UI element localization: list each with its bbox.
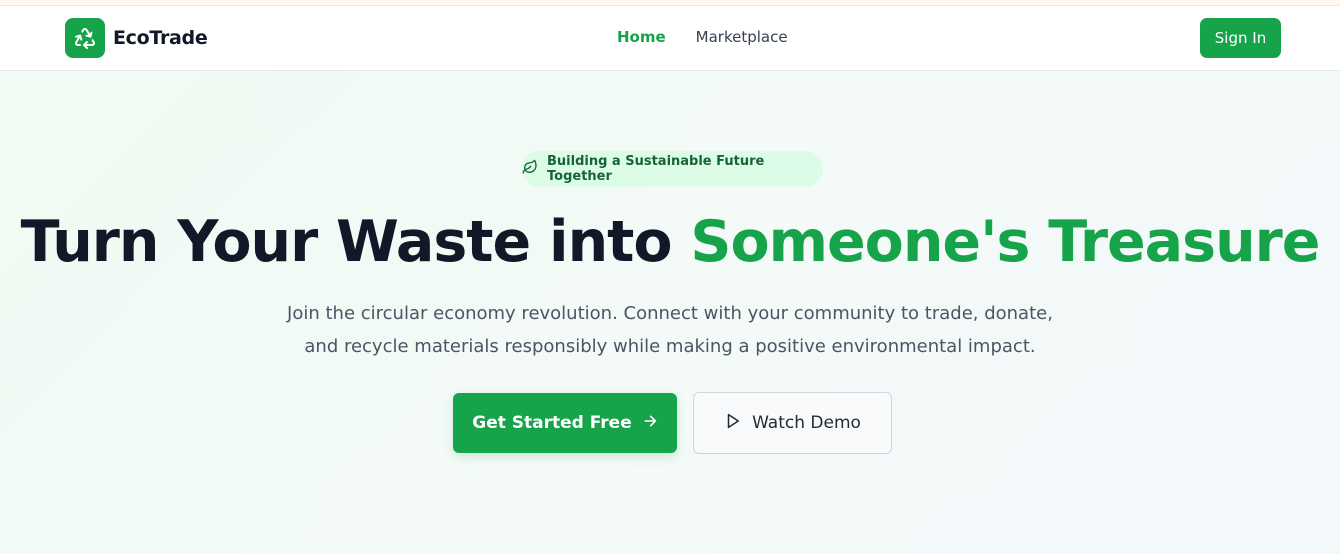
- tagline-badge: Building a Sustainable Future Together: [522, 151, 823, 187]
- arrow-right-icon: [642, 413, 658, 434]
- hero-section: Building a Sustainable Future Together T…: [0, 71, 1340, 554]
- brand[interactable]: EcoTrade: [65, 18, 208, 58]
- sign-in-button[interactable]: Sign In: [1200, 18, 1281, 58]
- headline-part1: Turn Your Waste into: [20, 209, 691, 275]
- recycle-icon: [65, 18, 105, 58]
- headline-accent: Someone's Treasure: [690, 209, 1320, 275]
- hero-subtitle: Join the circular economy revolution. Co…: [270, 297, 1070, 363]
- nav-link-home[interactable]: Home: [617, 28, 666, 46]
- play-icon: [724, 412, 742, 435]
- hero-headline: Turn Your Waste into Someone's Treasure: [0, 209, 1340, 275]
- subtitle-line2: and recycle materials responsibly while …: [304, 336, 1036, 357]
- badge-text: Building a Sustainable Future Together: [547, 154, 765, 184]
- watch-demo-label: Watch Demo: [752, 413, 861, 433]
- nav-link-marketplace[interactable]: Marketplace: [696, 28, 788, 46]
- brand-name: EcoTrade: [113, 27, 208, 49]
- navbar: EcoTrade Home Marketplace Sign In: [0, 6, 1340, 71]
- leaf-icon: [522, 159, 538, 180]
- get-started-button[interactable]: Get Started Free: [453, 393, 677, 453]
- watch-demo-button[interactable]: Watch Demo: [693, 392, 892, 454]
- get-started-label: Get Started Free: [472, 413, 632, 433]
- main-nav: Home Marketplace: [617, 28, 788, 46]
- subtitle-line1: Join the circular economy revolution. Co…: [287, 303, 1053, 324]
